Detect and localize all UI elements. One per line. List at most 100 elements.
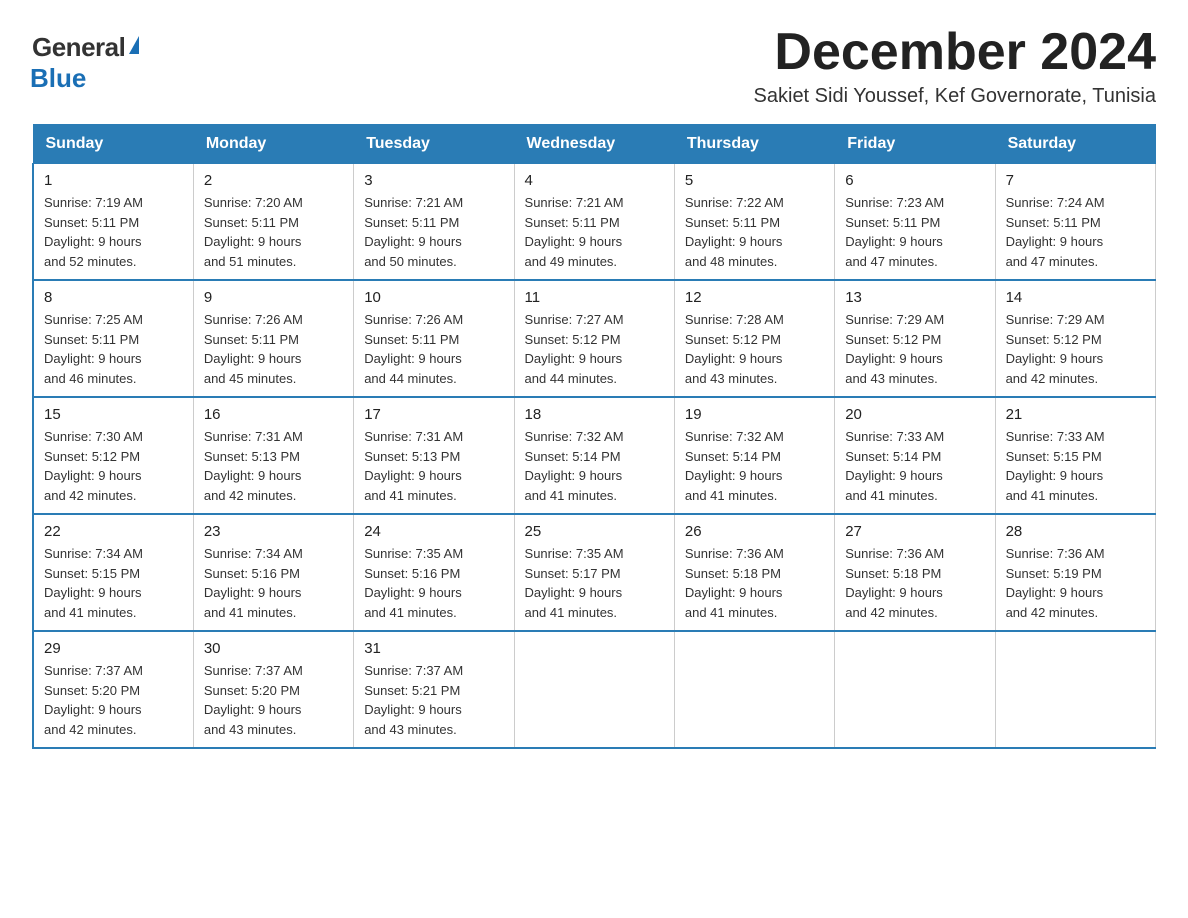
day-number: 17: [364, 406, 503, 423]
calendar-cell: 12 Sunrise: 7:28 AM Sunset: 5:12 PM Dayl…: [674, 280, 834, 397]
day-info: Sunrise: 7:21 AM Sunset: 5:11 PM Dayligh…: [364, 193, 503, 271]
day-number: 8: [44, 289, 183, 306]
logo-blue-text: Blue: [30, 63, 86, 94]
day-info: Sunrise: 7:27 AM Sunset: 5:12 PM Dayligh…: [525, 310, 664, 388]
calendar-cell: 7 Sunrise: 7:24 AM Sunset: 5:11 PM Dayli…: [995, 164, 1155, 281]
day-info: Sunrise: 7:25 AM Sunset: 5:11 PM Dayligh…: [44, 310, 183, 388]
calendar-cell: 8 Sunrise: 7:25 AM Sunset: 5:11 PM Dayli…: [33, 280, 193, 397]
col-header-tuesday: Tuesday: [354, 125, 514, 164]
day-number: 30: [204, 640, 343, 657]
header: General Blue December 2024 Sakiet Sidi Y…: [32, 24, 1156, 108]
day-info: Sunrise: 7:26 AM Sunset: 5:11 PM Dayligh…: [204, 310, 343, 388]
calendar-cell: 2 Sunrise: 7:20 AM Sunset: 5:11 PM Dayli…: [193, 164, 353, 281]
day-number: 9: [204, 289, 343, 306]
day-info: Sunrise: 7:19 AM Sunset: 5:11 PM Dayligh…: [44, 193, 183, 271]
day-number: 18: [525, 406, 664, 423]
calendar-cell: 28 Sunrise: 7:36 AM Sunset: 5:19 PM Dayl…: [995, 514, 1155, 631]
day-info: Sunrise: 7:21 AM Sunset: 5:11 PM Dayligh…: [525, 193, 664, 271]
day-info: Sunrise: 7:34 AM Sunset: 5:16 PM Dayligh…: [204, 544, 343, 622]
logo: General Blue: [32, 32, 139, 94]
calendar-cell: 9 Sunrise: 7:26 AM Sunset: 5:11 PM Dayli…: [193, 280, 353, 397]
day-info: Sunrise: 7:32 AM Sunset: 5:14 PM Dayligh…: [525, 427, 664, 505]
calendar-cell: 20 Sunrise: 7:33 AM Sunset: 5:14 PM Dayl…: [835, 397, 995, 514]
day-info: Sunrise: 7:37 AM Sunset: 5:20 PM Dayligh…: [204, 661, 343, 739]
day-number: 28: [1006, 523, 1145, 540]
calendar-cell: 29 Sunrise: 7:37 AM Sunset: 5:20 PM Dayl…: [33, 631, 193, 748]
calendar-cell: 24 Sunrise: 7:35 AM Sunset: 5:16 PM Dayl…: [354, 514, 514, 631]
calendar-cell: 18 Sunrise: 7:32 AM Sunset: 5:14 PM Dayl…: [514, 397, 674, 514]
day-number: 16: [204, 406, 343, 423]
col-header-sunday: Sunday: [33, 125, 193, 164]
day-info: Sunrise: 7:20 AM Sunset: 5:11 PM Dayligh…: [204, 193, 343, 271]
day-info: Sunrise: 7:36 AM Sunset: 5:18 PM Dayligh…: [845, 544, 984, 622]
logo-general-text: General: [32, 32, 125, 63]
logo-triangle-icon: [129, 36, 139, 54]
day-number: 23: [204, 523, 343, 540]
day-info: Sunrise: 7:35 AM Sunset: 5:16 PM Dayligh…: [364, 544, 503, 622]
day-number: 29: [44, 640, 183, 657]
day-number: 13: [845, 289, 984, 306]
day-info: Sunrise: 7:36 AM Sunset: 5:18 PM Dayligh…: [685, 544, 824, 622]
title-block: December 2024 Sakiet Sidi Youssef, Kef G…: [754, 24, 1156, 108]
day-info: Sunrise: 7:24 AM Sunset: 5:11 PM Dayligh…: [1006, 193, 1145, 271]
calendar-cell: 1 Sunrise: 7:19 AM Sunset: 5:11 PM Dayli…: [33, 164, 193, 281]
calendar-week-row: 29 Sunrise: 7:37 AM Sunset: 5:20 PM Dayl…: [33, 631, 1156, 748]
day-info: Sunrise: 7:33 AM Sunset: 5:15 PM Dayligh…: [1006, 427, 1145, 505]
day-info: Sunrise: 7:35 AM Sunset: 5:17 PM Dayligh…: [525, 544, 664, 622]
calendar-cell: [835, 631, 995, 748]
calendar-cell: 10 Sunrise: 7:26 AM Sunset: 5:11 PM Dayl…: [354, 280, 514, 397]
calendar-cell: 5 Sunrise: 7:22 AM Sunset: 5:11 PM Dayli…: [674, 164, 834, 281]
day-number: 24: [364, 523, 503, 540]
calendar-cell: 4 Sunrise: 7:21 AM Sunset: 5:11 PM Dayli…: [514, 164, 674, 281]
day-info: Sunrise: 7:37 AM Sunset: 5:21 PM Dayligh…: [364, 661, 503, 739]
day-number: 10: [364, 289, 503, 306]
calendar-cell: 30 Sunrise: 7:37 AM Sunset: 5:20 PM Dayl…: [193, 631, 353, 748]
calendar-header-row: SundayMondayTuesdayWednesdayThursdayFrid…: [33, 125, 1156, 164]
calendar-cell: 11 Sunrise: 7:27 AM Sunset: 5:12 PM Dayl…: [514, 280, 674, 397]
calendar-week-row: 15 Sunrise: 7:30 AM Sunset: 5:12 PM Dayl…: [33, 397, 1156, 514]
day-number: 5: [685, 172, 824, 189]
col-header-saturday: Saturday: [995, 125, 1155, 164]
calendar-cell: 25 Sunrise: 7:35 AM Sunset: 5:17 PM Dayl…: [514, 514, 674, 631]
calendar-cell: 13 Sunrise: 7:29 AM Sunset: 5:12 PM Dayl…: [835, 280, 995, 397]
day-info: Sunrise: 7:37 AM Sunset: 5:20 PM Dayligh…: [44, 661, 183, 739]
day-number: 19: [685, 406, 824, 423]
calendar-cell: 19 Sunrise: 7:32 AM Sunset: 5:14 PM Dayl…: [674, 397, 834, 514]
col-header-monday: Monday: [193, 125, 353, 164]
calendar-cell: 22 Sunrise: 7:34 AM Sunset: 5:15 PM Dayl…: [33, 514, 193, 631]
calendar-cell: [995, 631, 1155, 748]
day-info: Sunrise: 7:26 AM Sunset: 5:11 PM Dayligh…: [364, 310, 503, 388]
day-number: 26: [685, 523, 824, 540]
day-info: Sunrise: 7:22 AM Sunset: 5:11 PM Dayligh…: [685, 193, 824, 271]
col-header-thursday: Thursday: [674, 125, 834, 164]
day-number: 15: [44, 406, 183, 423]
day-number: 2: [204, 172, 343, 189]
day-info: Sunrise: 7:31 AM Sunset: 5:13 PM Dayligh…: [204, 427, 343, 505]
day-number: 11: [525, 289, 664, 306]
day-number: 21: [1006, 406, 1145, 423]
day-number: 27: [845, 523, 984, 540]
day-number: 6: [845, 172, 984, 189]
day-number: 20: [845, 406, 984, 423]
calendar-cell: 3 Sunrise: 7:21 AM Sunset: 5:11 PM Dayli…: [354, 164, 514, 281]
day-info: Sunrise: 7:36 AM Sunset: 5:19 PM Dayligh…: [1006, 544, 1145, 622]
calendar-cell: 14 Sunrise: 7:29 AM Sunset: 5:12 PM Dayl…: [995, 280, 1155, 397]
day-number: 31: [364, 640, 503, 657]
calendar-cell: 23 Sunrise: 7:34 AM Sunset: 5:16 PM Dayl…: [193, 514, 353, 631]
day-number: 12: [685, 289, 824, 306]
month-title: December 2024: [754, 24, 1156, 81]
day-info: Sunrise: 7:29 AM Sunset: 5:12 PM Dayligh…: [845, 310, 984, 388]
calendar-cell: 27 Sunrise: 7:36 AM Sunset: 5:18 PM Dayl…: [835, 514, 995, 631]
day-info: Sunrise: 7:30 AM Sunset: 5:12 PM Dayligh…: [44, 427, 183, 505]
calendar-week-row: 8 Sunrise: 7:25 AM Sunset: 5:11 PM Dayli…: [33, 280, 1156, 397]
day-number: 7: [1006, 172, 1145, 189]
col-header-wednesday: Wednesday: [514, 125, 674, 164]
calendar-cell: 17 Sunrise: 7:31 AM Sunset: 5:13 PM Dayl…: [354, 397, 514, 514]
calendar-cell: 15 Sunrise: 7:30 AM Sunset: 5:12 PM Dayl…: [33, 397, 193, 514]
day-number: 25: [525, 523, 664, 540]
day-number: 3: [364, 172, 503, 189]
calendar-cell: 21 Sunrise: 7:33 AM Sunset: 5:15 PM Dayl…: [995, 397, 1155, 514]
calendar-week-row: 1 Sunrise: 7:19 AM Sunset: 5:11 PM Dayli…: [33, 164, 1156, 281]
calendar-cell: [514, 631, 674, 748]
calendar-cell: 16 Sunrise: 7:31 AM Sunset: 5:13 PM Dayl…: [193, 397, 353, 514]
